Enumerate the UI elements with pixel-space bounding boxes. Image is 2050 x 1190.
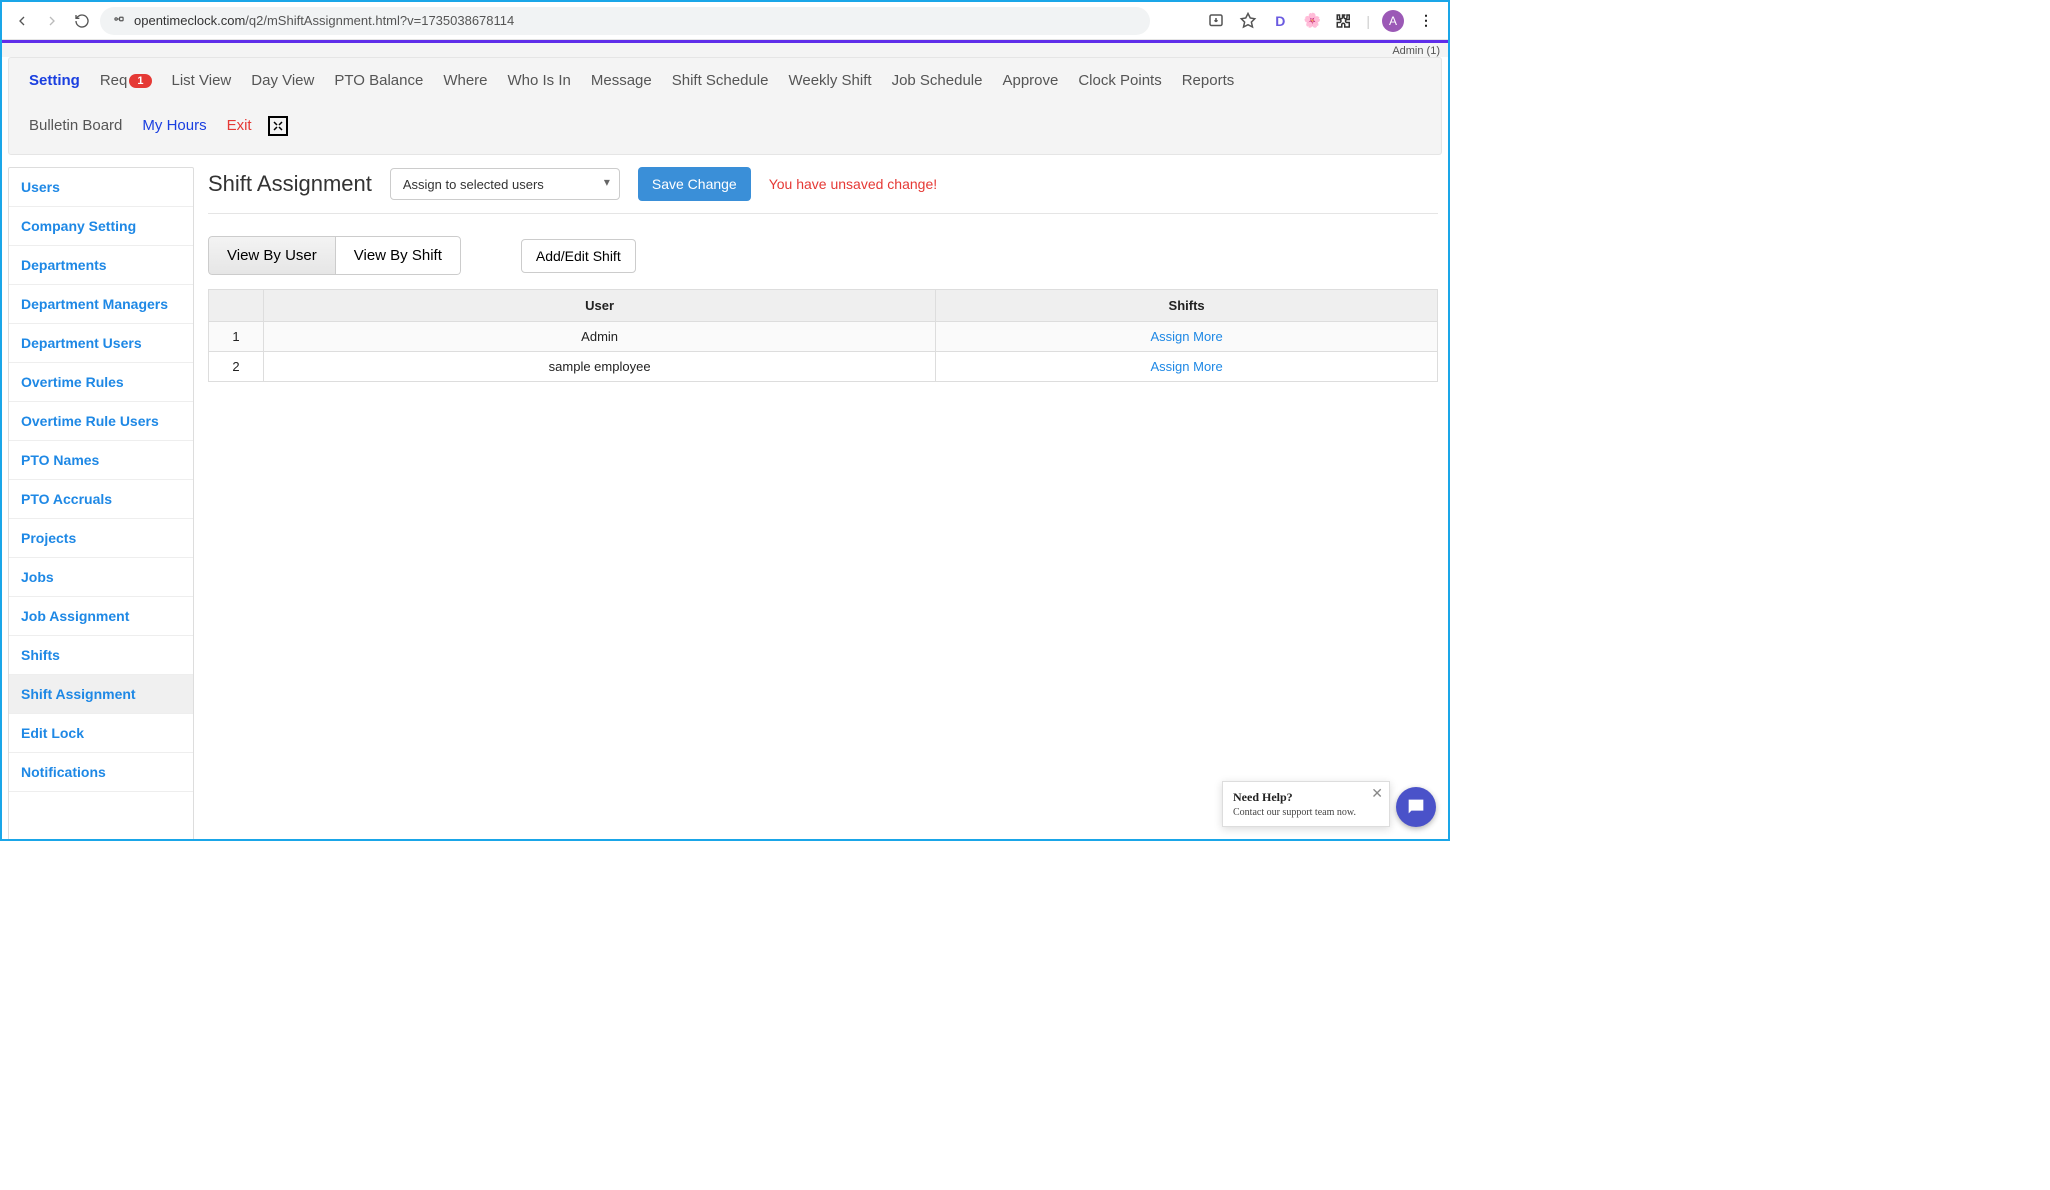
url-text: opentimeclock.com/q2/mShiftAssignment.ht… [134,13,514,28]
settings-sidebar: UsersCompany SettingDepartmentsDepartmen… [8,167,194,841]
nav-pto-balance[interactable]: PTO Balance [324,58,433,103]
view-toggle-group: View By User View By Shift [208,236,461,275]
row-index: 2 [209,352,264,382]
row-index: 1 [209,322,264,352]
assign-more-link[interactable]: Assign More [1150,329,1222,344]
nav-list-view[interactable]: List View [162,58,242,103]
nav-bulletin-board[interactable]: Bulletin Board [19,103,132,148]
view-by-user-button[interactable]: View By User [208,236,336,275]
nav-clock-points[interactable]: Clock Points [1068,58,1171,103]
nav-my-hours[interactable]: My Hours [132,103,216,148]
help-title: Need Help? [1233,790,1379,805]
assign-more-link[interactable]: Assign More [1150,359,1222,374]
sidebar-item-overtime-rules[interactable]: Overtime Rules [9,363,193,402]
bookmark-star-icon[interactable] [1238,11,1258,31]
col-shifts: Shifts [936,290,1438,322]
reload-button[interactable] [70,9,94,33]
save-change-button[interactable]: Save Change [638,167,751,201]
assign-mode-select[interactable]: Assign to selected users [390,168,620,200]
nav-where[interactable]: Where [433,58,497,103]
row-user: Admin [264,322,936,352]
top-nav: Setting Req1 List View Day View PTO Bala… [8,57,1442,155]
sidebar-item-users[interactable]: Users [9,168,193,207]
sidebar-item-pto-names[interactable]: PTO Names [9,441,193,480]
table-row: 2sample employee Assign More [209,352,1438,382]
req-badge: 1 [129,74,151,88]
sidebar-item-shifts[interactable]: Shifts [9,636,193,675]
col-user: User [264,290,936,322]
assign-mode-dropdown[interactable]: Assign to selected users [390,168,620,200]
admin-label: Admin (1) [2,43,1448,57]
view-by-shift-button[interactable]: View By Shift [336,236,461,275]
nav-reports[interactable]: Reports [1172,58,1245,103]
back-button[interactable] [10,9,34,33]
nav-who-is-in[interactable]: Who Is In [498,58,581,103]
browser-toolbar: opentimeclock.com/q2/mShiftAssignment.ht… [2,2,1448,40]
extensions-puzzle-icon[interactable] [1334,11,1354,31]
nav-exit[interactable]: Exit [217,103,262,148]
profile-avatar[interactable]: A [1382,10,1404,32]
add-edit-shift-button[interactable]: Add/Edit Shift [521,239,636,273]
help-popup: ✕ Need Help? Contact our support team no… [1222,781,1390,827]
nav-req[interactable]: Req1 [90,58,162,103]
page-title: Shift Assignment [208,171,372,197]
install-app-icon[interactable] [1206,11,1226,31]
col-index [209,290,264,322]
help-subtitle: Contact our support team now. [1233,807,1379,818]
sidebar-item-company-setting[interactable]: Company Setting [9,207,193,246]
sidebar-item-jobs[interactable]: Jobs [9,558,193,597]
browser-menu-icon[interactable]: ⋮ [1416,11,1436,31]
fullscreen-icon[interactable] [268,116,288,136]
row-shifts: Assign More [936,322,1438,352]
sidebar-item-notifications[interactable]: Notifications [9,753,193,792]
sidebar-item-departments[interactable]: Departments [9,246,193,285]
site-info-icon[interactable] [112,12,126,29]
forward-button[interactable] [40,9,64,33]
extension-d-icon[interactable]: D [1270,11,1290,31]
row-shifts: Assign More [936,352,1438,382]
extension-flower-icon[interactable]: 🌸 [1302,11,1322,31]
row-user: sample employee [264,352,936,382]
nav-shift-schedule[interactable]: Shift Schedule [662,58,779,103]
address-bar[interactable]: opentimeclock.com/q2/mShiftAssignment.ht… [100,7,1150,35]
sidebar-item-pto-accruals[interactable]: PTO Accruals [9,480,193,519]
nav-message[interactable]: Message [581,58,662,103]
sidebar-item-shift-assignment[interactable]: Shift Assignment [9,675,193,714]
nav-job-schedule[interactable]: Job Schedule [882,58,993,103]
assignment-table: User Shifts 1AdminAssign More2sample emp… [208,289,1438,382]
nav-day-view[interactable]: Day View [241,58,324,103]
sidebar-item-edit-lock[interactable]: Edit Lock [9,714,193,753]
sidebar-item-department-users[interactable]: Department Users [9,324,193,363]
chat-launcher[interactable] [1396,787,1436,827]
nav-approve[interactable]: Approve [992,58,1068,103]
unsaved-warning: You have unsaved change! [769,176,937,192]
help-close-icon[interactable]: ✕ [1371,786,1383,803]
table-row: 1Admin Assign More [209,322,1438,352]
sidebar-item-job-assignment[interactable]: Job Assignment [9,597,193,636]
nav-setting[interactable]: Setting [19,58,90,103]
sidebar-item-department-managers[interactable]: Department Managers [9,285,193,324]
sidebar-item-overtime-rule-users[interactable]: Overtime Rule Users [9,402,193,441]
sidebar-item-projects[interactable]: Projects [9,519,193,558]
nav-weekly-shift[interactable]: Weekly Shift [778,58,881,103]
